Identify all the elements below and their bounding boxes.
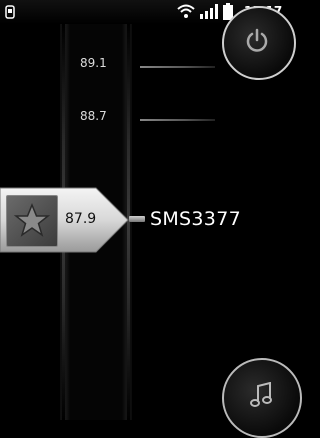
music-button[interactable] (222, 358, 302, 438)
frequency-tick (140, 66, 215, 68)
frequency-label-89-1[interactable]: 89.1 (80, 56, 107, 70)
frequency-label-88-7[interactable]: 88.7 (80, 109, 107, 123)
favorite-button[interactable] (6, 195, 58, 247)
station-name: SMS3377 (150, 208, 241, 230)
wifi-icon (176, 3, 196, 23)
music-note-icon (250, 382, 272, 407)
power-icon (246, 28, 268, 52)
notification-icon (5, 4, 15, 19)
signal-icon (200, 4, 218, 23)
pointer-connector (129, 216, 145, 222)
star-icon (13, 203, 51, 237)
power-button[interactable] (222, 6, 296, 80)
current-frequency: 87.9 (65, 211, 97, 227)
frequency-tick (140, 119, 215, 121)
